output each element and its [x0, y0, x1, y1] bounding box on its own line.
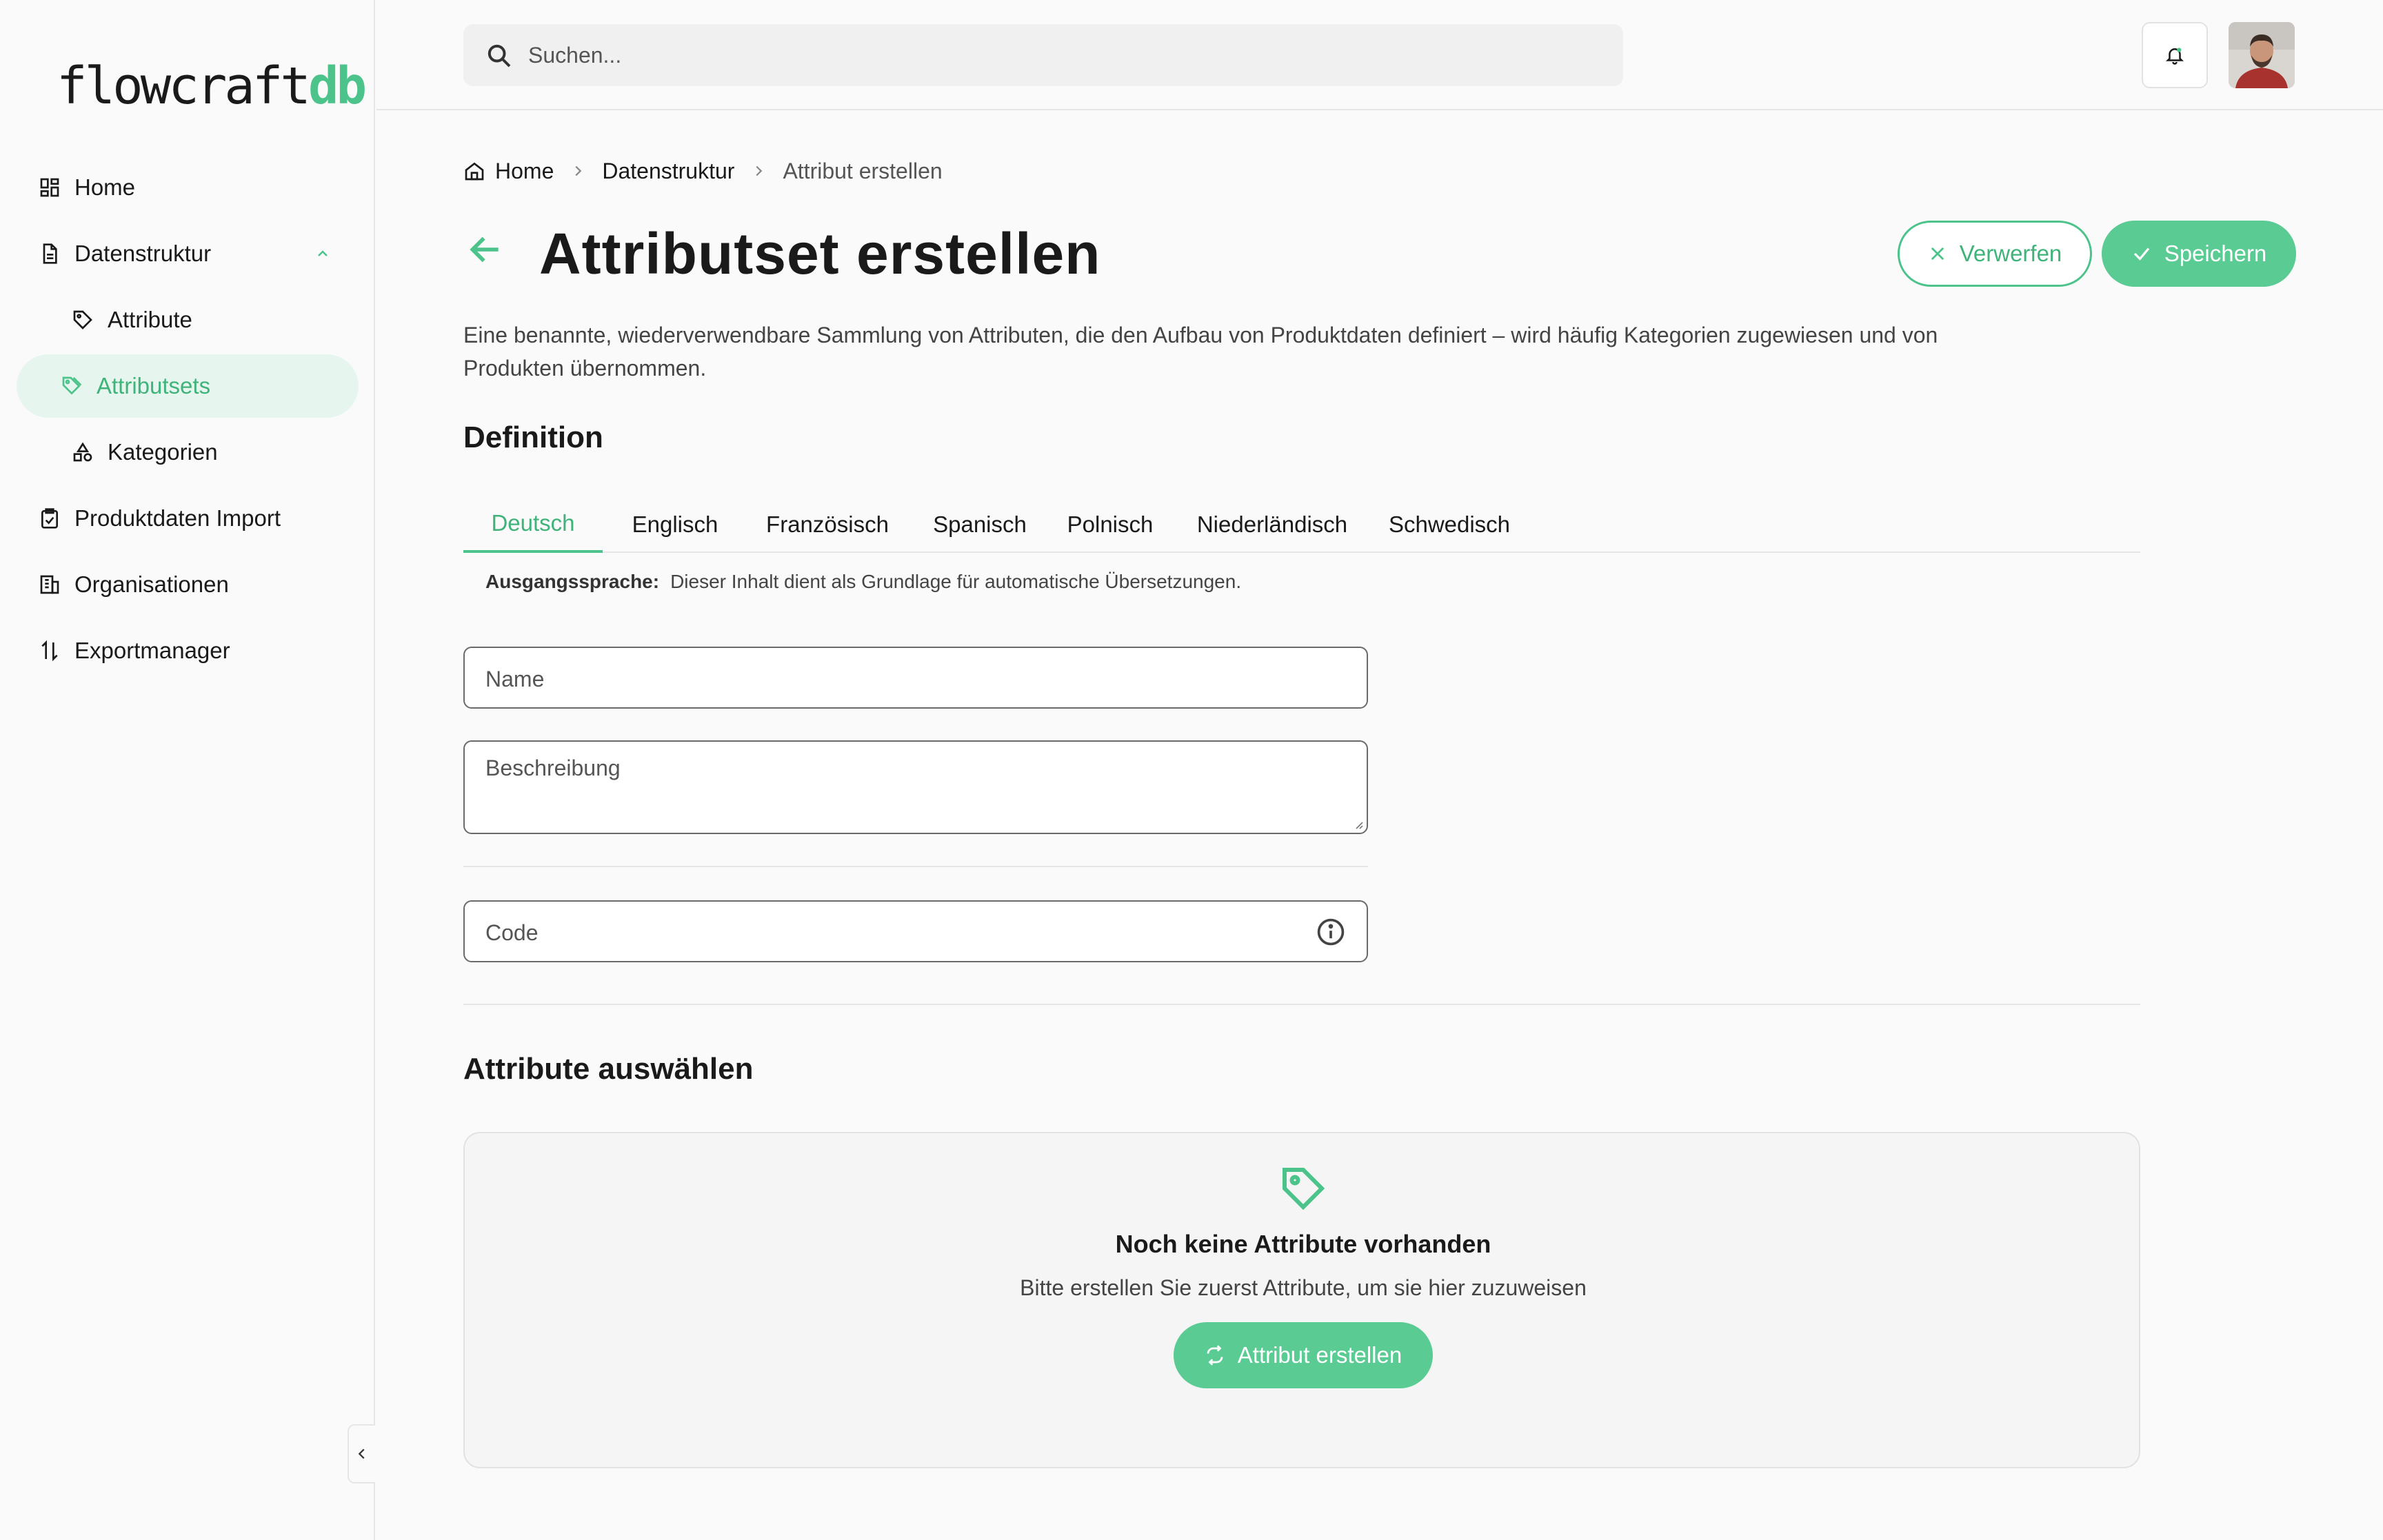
- sidebar-nav: Home Datenstruktur Attribute Attributset…: [0, 154, 375, 684]
- sidebar: flowcraftdb Home Datenstruktur Attribute…: [0, 0, 375, 1540]
- building-icon: [40, 575, 59, 594]
- description-field[interactable]: [463, 740, 1368, 834]
- logo-main: flowcraft: [57, 57, 311, 116]
- close-icon: [1931, 247, 1944, 261]
- sidebar-item-home[interactable]: Home: [0, 154, 375, 221]
- discard-button[interactable]: Verwerfen: [1898, 221, 2092, 287]
- discard-label: Verwerfen: [1959, 241, 2062, 266]
- breadcrumb-section[interactable]: Datenstruktur: [602, 159, 734, 184]
- shapes-icon: [73, 442, 92, 462]
- hint-text: Dieser Inhalt dient als Grundlage für au…: [670, 571, 1242, 592]
- chevron-left-icon: [358, 1448, 365, 1459]
- sidebar-item-produktdaten-import[interactable]: Produktdaten Import: [0, 485, 375, 551]
- attributes-empty-state: Noch keine Attribute vorhanden Bitte ers…: [463, 1132, 2140, 1468]
- sidebar-collapse-button[interactable]: [348, 1424, 375, 1483]
- form-divider: [463, 866, 1368, 867]
- bell-icon: [2165, 48, 2184, 65]
- tab-franzoesisch[interactable]: Französisch: [754, 496, 901, 553]
- sidebar-item-label: Organisationen: [74, 571, 229, 597]
- chevron-up-icon[interactable]: [314, 245, 331, 262]
- notifications-button[interactable]: [2142, 22, 2208, 88]
- avatar-image: [2229, 22, 2295, 88]
- language-tabs: Deutsch Englisch Französisch Spanisch Po…: [463, 496, 2140, 553]
- resize-handle-icon[interactable]: [1353, 819, 1364, 830]
- tab-polnisch[interactable]: Polnisch: [1059, 496, 1161, 553]
- breadcrumb-current: Attribut erstellen: [783, 158, 943, 183]
- tag-icon: [73, 310, 92, 330]
- top-bar: [376, 0, 2383, 110]
- sidebar-item-datenstruktur[interactable]: Datenstruktur: [0, 221, 375, 287]
- tags-icon: [62, 376, 82, 395]
- user-avatar[interactable]: [2229, 22, 2295, 88]
- section-divider: [463, 1004, 2140, 1005]
- sidebar-item-label: Attributsets: [97, 373, 211, 398]
- empty-state-title: Noch keine Attribute vorhanden: [1115, 1230, 1491, 1258]
- create-attribute-label: Attribut erstellen: [1237, 1342, 1402, 1368]
- save-button[interactable]: Speichern: [2102, 221, 2296, 287]
- arrow-left-icon[interactable]: [466, 230, 505, 269]
- sidebar-item-label: Exportmanager: [74, 638, 230, 663]
- search-input[interactable]: [528, 38, 1562, 72]
- create-attribute-button[interactable]: Attribut erstellen: [1174, 1322, 1433, 1388]
- breadcrumb-home[interactable]: Home: [495, 159, 554, 184]
- sidebar-item-kategorien[interactable]: Kategorien: [0, 419, 375, 485]
- tab-englisch[interactable]: Englisch: [623, 496, 727, 553]
- logo-accent: db: [308, 57, 367, 116]
- description-textarea[interactable]: [485, 756, 1313, 824]
- repeat-icon: [1207, 1345, 1223, 1366]
- definition-heading: Definition: [463, 421, 603, 454]
- tab-deutsch[interactable]: Deutsch: [463, 496, 603, 553]
- tab-niederlaendisch[interactable]: Niederländisch: [1186, 496, 1358, 553]
- sidebar-item-label: Attribute: [108, 307, 192, 332]
- clipboard-check-icon: [41, 508, 58, 529]
- code-field[interactable]: [463, 900, 1368, 962]
- search-bar[interactable]: [463, 24, 1623, 86]
- chevron-right-icon: [756, 165, 763, 176]
- code-input[interactable]: [485, 915, 1313, 950]
- breadcrumb: Home Datenstruktur Attribut erstellen: [463, 157, 943, 185]
- search-icon: [487, 44, 511, 68]
- name-field[interactable]: [463, 647, 1368, 709]
- attributes-heading: Attribute auswählen: [463, 1052, 754, 1086]
- sidebar-item-exportmanager[interactable]: Exportmanager: [0, 618, 375, 684]
- logo[interactable]: flowcraftdb: [57, 57, 367, 116]
- sidebar-item-organisationen[interactable]: Organisationen: [0, 551, 375, 618]
- chevron-right-icon: [575, 165, 582, 176]
- document-icon: [43, 243, 57, 264]
- sidebar-item-label: Home: [74, 174, 136, 200]
- sidebar-item-label: Datenstruktur: [74, 241, 212, 266]
- dashboard-icon: [40, 178, 59, 197]
- info-icon[interactable]: [1316, 917, 1346, 947]
- app-root: flowcraftdb Home Datenstruktur Attribute…: [0, 0, 2383, 1540]
- arrows-up-down-icon: [41, 640, 58, 662]
- sidebar-item-label: Kategorien: [108, 439, 218, 465]
- home-icon: [465, 162, 484, 181]
- hint-label: Ausgangssprache:: [485, 571, 660, 592]
- source-language-hint: Ausgangssprache: Dieser Inhalt dient als …: [485, 571, 1241, 593]
- check-icon: [2133, 247, 2149, 261]
- tab-schwedisch[interactable]: Schwedisch: [1379, 496, 1520, 553]
- empty-state-subtitle: Bitte erstellen Sie zuerst Attribute, um…: [1020, 1275, 1587, 1300]
- tag-icon: [1283, 1168, 1325, 1210]
- sidebar-item-label: Produktdaten Import: [74, 505, 281, 531]
- page-description: Eine benannte, wiederverwendbare Sammlun…: [463, 323, 1938, 381]
- sidebar-item-attributsets[interactable]: Attributsets: [0, 353, 375, 419]
- save-label: Speichern: [2164, 241, 2267, 266]
- page-title: Attributset erstellen: [539, 221, 1101, 286]
- sidebar-item-attribute[interactable]: Attribute: [0, 287, 375, 353]
- name-input[interactable]: [485, 662, 1313, 696]
- tab-spanisch[interactable]: Spanisch: [927, 496, 1033, 553]
